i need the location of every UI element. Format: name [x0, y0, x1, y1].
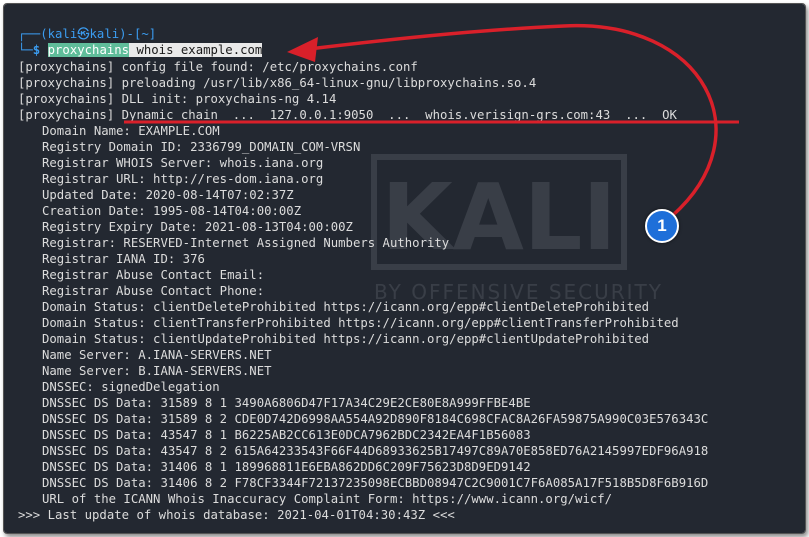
whois-line: DNSSEC DS Data: 31589 8 2 CDE0D742D6998A…	[42, 412, 709, 426]
output-line: [proxychains] preloading /usr/lib/x86_64…	[18, 76, 537, 90]
whois-line: Registrar: RESERVED-Internet Assigned Nu…	[42, 236, 450, 250]
whois-line: Registrar IANA ID: 376	[42, 252, 205, 266]
watermark-logo: KALI	[381, 164, 616, 271]
screenshot-frame: KALI BY OFFENSIVE SECURITY ┌──(kali㉿kali…	[3, 3, 806, 534]
whois-line: Name Server: A.IANA-SERVERS.NET	[42, 348, 272, 362]
whois-line: Domain Status: clientTransferProhibited …	[42, 316, 679, 330]
terminal-window: KALI BY OFFENSIVE SECURITY ┌──(kali㉿kali…	[4, 4, 805, 533]
whois-line: Registry Expiry Date: 2021-08-13T04:00:0…	[42, 220, 353, 234]
whois-line: DNSSEC DS Data: 31406 8 1 189968811E6EBA…	[42, 460, 531, 474]
whois-line: Registrar Abuse Contact Phone:	[42, 284, 265, 298]
whois-line: Registrar Abuse Contact Email:	[42, 268, 265, 282]
whois-line: DNSSEC: signedDelegation	[42, 380, 220, 394]
whois-line: DNSSEC DS Data: 43547 8 1 B6225AB2CC613E…	[42, 428, 531, 442]
command-proxychains: proxychains	[47, 43, 130, 57]
whois-line: DNSSEC DS Data: 43547 8 2 615A64233543F6…	[42, 444, 709, 458]
whois-line: Updated Date: 2020-08-14T07:02:37Z	[42, 188, 294, 202]
whois-line: DNSSEC DS Data: 31406 8 2 F78CF3344F7213…	[42, 476, 709, 490]
whois-line: Domain Status: clientDeleteProhibited ht…	[42, 300, 650, 314]
prompt-header: ┌──(kali㉿kali)-[~]	[18, 27, 157, 41]
whois-line: Name Server: B.IANA-SERVERS.NET	[42, 364, 272, 378]
prompt-symbol: └─$	[18, 43, 48, 57]
kali-watermark: KALI BY OFFENSIVE SECURITY	[371, 154, 661, 304]
annotation-badge: 1	[645, 209, 679, 243]
whois-line: Domain Name: EXAMPLE.COM	[42, 124, 220, 138]
whois-line: DNSSEC DS Data: 31589 8 1 3490A6806D47F1…	[42, 396, 531, 410]
whois-line: Registrar URL: http://res-dom.iana.org	[42, 172, 324, 186]
whois-line: Registrar WHOIS Server: whois.iana.org	[42, 156, 324, 170]
whois-line: Domain Status: clientUpdateProhibited ht…	[42, 332, 650, 346]
command-args: whois example.com	[129, 43, 263, 57]
whois-line: Registry Domain ID: 2336799_DOMAIN_COM-V…	[42, 140, 361, 154]
command-line[interactable]: └─$ proxychains whois example.com	[18, 42, 263, 58]
whois-last-update: >>> Last update of whois database: 2021-…	[18, 508, 455, 522]
output-line-dynamic-chain: [proxychains] Dynamic chain ... 127.0.0.…	[18, 108, 677, 122]
whois-line: Creation Date: 1995-08-14T04:00:00Z	[42, 204, 302, 218]
whois-line: URL of the ICANN Whois Inaccuracy Compla…	[42, 492, 613, 506]
output-line: [proxychains] config file found: /etc/pr…	[18, 60, 418, 74]
output-line: [proxychains] DLL init: proxychains-ng 4…	[18, 92, 337, 106]
